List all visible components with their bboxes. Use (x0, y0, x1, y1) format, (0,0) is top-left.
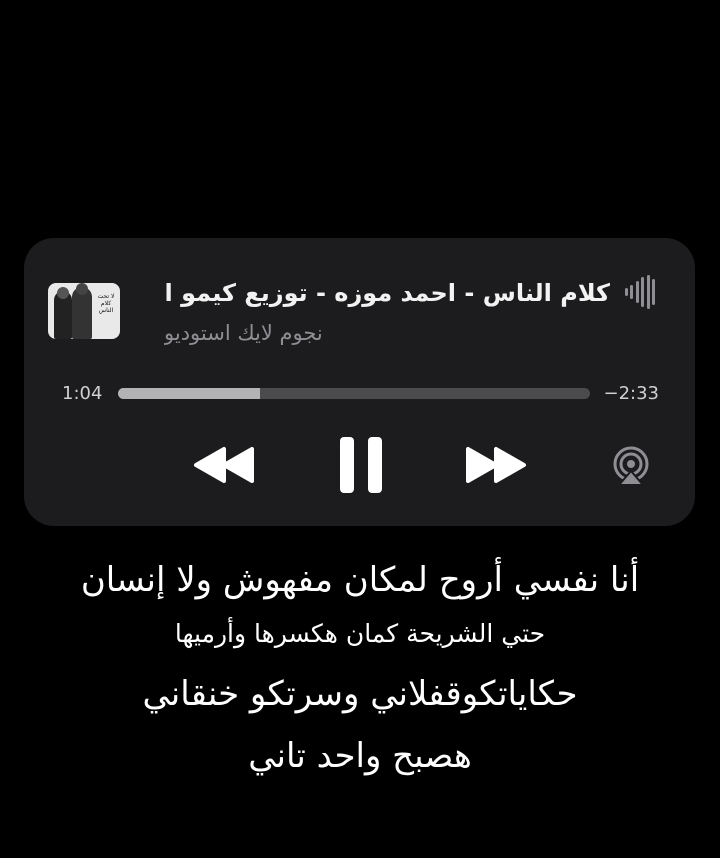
progress-bar[interactable] (118, 388, 590, 399)
airplay-button[interactable] (610, 444, 652, 486)
remaining-time: −2:33 (603, 383, 659, 404)
lyric-line: حتي الشريحة كمان هكسرها وأرميها (174, 619, 546, 648)
now-playing-card: لا تحت كلام الناس كلام الناس - احمد موزه… (24, 238, 695, 526)
album-artwork[interactable]: لا تحت كلام الناس (48, 283, 120, 339)
fast-forward-button[interactable] (456, 432, 536, 498)
track-artist-label: نجوم لايك استوديو (164, 321, 323, 345)
lyric-line: حكاياتكوقفلاني وسرتكو خنقاني (142, 674, 578, 714)
lyric-line: هصبح واحد تاني (248, 736, 472, 776)
pause-button[interactable] (324, 432, 398, 498)
fast-forward-icon (464, 445, 528, 485)
artwork-text: لا تحت كلام الناس (97, 293, 115, 314)
rewind-icon (192, 445, 256, 485)
track-title: كلام الناس - احمد موزه - توزيع كيمو الدي… (164, 279, 610, 307)
elapsed-time: 1:04 (62, 383, 103, 404)
artwork-head-right (76, 283, 88, 295)
artwork-head-left (57, 287, 69, 299)
audio-waveform-icon (625, 274, 655, 310)
track-artist: نجوم لايك استوديو (164, 318, 504, 348)
lyric-line: أنا نفسي أروح لمكان مفهوش ولا إنسان (80, 560, 640, 600)
progress-fill (118, 388, 260, 399)
airplay-audio-icon (611, 445, 651, 485)
rewind-button[interactable] (184, 432, 264, 498)
pause-icon (338, 435, 384, 495)
